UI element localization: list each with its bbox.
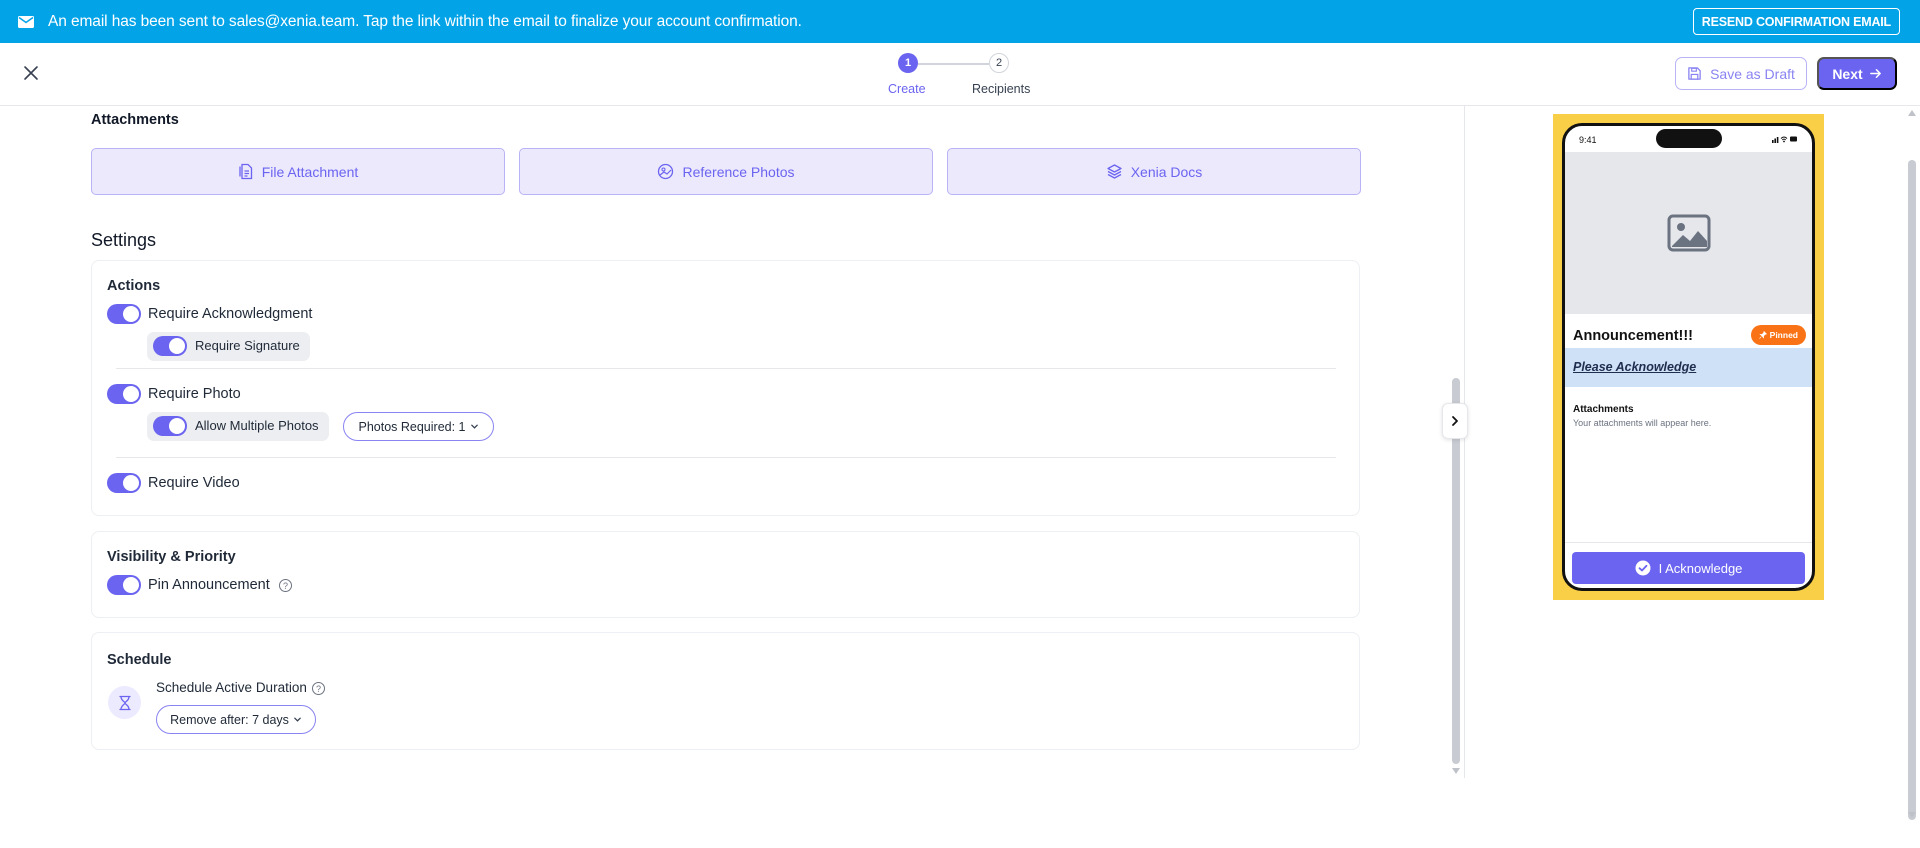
allow-multiple-photos-toggle[interactable]	[153, 416, 187, 436]
step-2-indicator[interactable]: 2	[989, 53, 1009, 73]
page-scroll-up-icon[interactable]	[1908, 110, 1916, 116]
arrow-right-icon	[1869, 69, 1881, 78]
pin-announcement-toggle[interactable]	[107, 575, 141, 595]
require-photo-label: Require Photo	[148, 386, 241, 402]
editor-header: 1 2 Create Recipients Save as Draft Next	[0, 43, 1920, 106]
save-as-draft-button[interactable]: Save as Draft	[1675, 57, 1807, 90]
allow-multiple-photos-label: Allow Multiple Photos	[195, 418, 319, 433]
preview-footer-divider	[1565, 542, 1812, 543]
resend-confirmation-button[interactable]: RESEND CONFIRMATION EMAIL	[1692, 8, 1900, 35]
reference-photos-label: Reference Photos	[682, 163, 795, 180]
phone-status-bar: 9:41	[1565, 126, 1812, 152]
require-video-label: Require Video	[148, 475, 240, 491]
chevron-down-icon	[294, 717, 301, 722]
require-signature-label: Require Signature	[195, 338, 300, 353]
require-signature-toggle[interactable]	[153, 336, 187, 356]
email-confirmation-banner: An email has been sent to sales@xenia.te…	[0, 0, 1920, 43]
dynamic-island	[1656, 129, 1722, 148]
file-attachment-icon	[239, 163, 252, 180]
actions-divider-2	[116, 457, 1336, 458]
reference-photos-button[interactable]: Reference Photos	[519, 148, 933, 195]
actions-heading: Actions	[107, 278, 161, 294]
next-label: Next	[1832, 65, 1863, 82]
chevron-down-icon	[470, 424, 478, 429]
reference-photos-icon	[658, 163, 674, 180]
check-circle-icon	[1635, 560, 1651, 576]
signal-wifi-battery-icon	[1772, 136, 1797, 143]
save-icon	[1688, 67, 1701, 80]
save-as-draft-label: Save as Draft	[1710, 65, 1795, 82]
schedule-help-icon[interactable]: ?	[312, 682, 325, 695]
remove-after-value: Remove after: 7 days	[170, 712, 289, 727]
i-acknowledge-button[interactable]: I Acknowledge	[1572, 552, 1805, 584]
i-acknowledge-label: I Acknowledge	[1658, 560, 1743, 576]
image-placeholder-icon	[1667, 214, 1710, 252]
preview-separator	[1464, 106, 1465, 778]
pin-icon	[1758, 331, 1767, 339]
chevron-right-icon	[1452, 416, 1458, 426]
settings-heading: Settings	[91, 230, 157, 250]
preview-attachments-empty: Your attachments will appear here.	[1573, 418, 1712, 428]
help-icon[interactable]: ?	[279, 579, 292, 592]
xenia-docs-label: Xenia Docs	[1130, 163, 1203, 180]
schedule-active-duration-label: Schedule Active Duration	[156, 680, 307, 695]
step-1-label[interactable]: Create	[888, 82, 926, 96]
remove-after-dropdown[interactable]: Remove after: 7 days	[156, 705, 316, 734]
visibility-priority-heading: Visibility & Priority	[107, 549, 236, 565]
mail-icon	[18, 15, 34, 28]
visibility-priority-card: Visibility & Priority Pin Announcement ?	[91, 531, 1360, 618]
photos-required-dropdown[interactable]: Photos Required: 1	[343, 412, 494, 441]
require-video-toggle[interactable]	[107, 473, 141, 493]
hourglass-icon	[108, 686, 141, 719]
require-signature-chip: Require Signature	[147, 332, 310, 361]
please-acknowledge-link[interactable]: Please Acknowledge	[1573, 360, 1696, 374]
actions-card: Actions Require Acknowledgment Require S…	[91, 260, 1360, 516]
phone-time: 9:41	[1579, 135, 1597, 145]
scroll-down-arrow-icon[interactable]	[1452, 768, 1460, 774]
step-1-indicator[interactable]: 1	[898, 53, 918, 73]
pinned-label: Pinned	[1769, 330, 1798, 340]
cover-image-placeholder	[1565, 152, 1812, 314]
page-scroll-down-icon[interactable]	[1908, 812, 1916, 818]
close-icon[interactable]	[22, 64, 40, 82]
pin-announcement-label: Pin Announcement	[148, 577, 270, 593]
pinned-badge: Pinned	[1750, 325, 1806, 345]
step-connector	[918, 63, 989, 65]
schedule-heading: Schedule	[107, 652, 172, 668]
photos-required-value: Photos Required: 1	[358, 419, 466, 434]
step-2-label[interactable]: Recipients	[972, 82, 1030, 96]
actions-divider-1	[116, 368, 1336, 369]
preview-title: Announcement!!!	[1573, 328, 1694, 344]
allow-multiple-photos-chip: Allow Multiple Photos	[147, 412, 329, 441]
file-attachment-button[interactable]: File Attachment	[91, 148, 505, 195]
stepper: 1 2 Create Recipients	[880, 53, 1040, 99]
acknowledge-strip: Please Acknowledge	[1565, 348, 1812, 387]
collapse-preview-button[interactable]	[1442, 403, 1468, 439]
require-photo-toggle[interactable]	[107, 384, 141, 404]
require-acknowledgment-label: Require Acknowledgment	[148, 306, 313, 322]
file-attachment-label: File Attachment	[261, 163, 359, 180]
banner-message: An email has been sent to sales@xenia.te…	[48, 12, 802, 30]
mobile-preview: 9:41 Announcement!!! Pinned Please Ackno…	[1562, 123, 1815, 591]
next-button[interactable]: Next	[1817, 57, 1897, 90]
xenia-docs-icon	[1107, 164, 1122, 179]
page-scrollbar[interactable]	[1908, 160, 1916, 820]
xenia-docs-button[interactable]: Xenia Docs	[947, 148, 1361, 195]
attachments-heading: Attachments	[91, 112, 179, 128]
mobile-preview-frame: 9:41 Announcement!!! Pinned Please Ackno…	[1553, 114, 1824, 600]
preview-attachments-heading: Attachments	[1573, 404, 1634, 415]
require-acknowledgment-toggle[interactable]	[107, 304, 141, 324]
schedule-card: Schedule Schedule Active Duration ? Remo…	[91, 632, 1360, 750]
